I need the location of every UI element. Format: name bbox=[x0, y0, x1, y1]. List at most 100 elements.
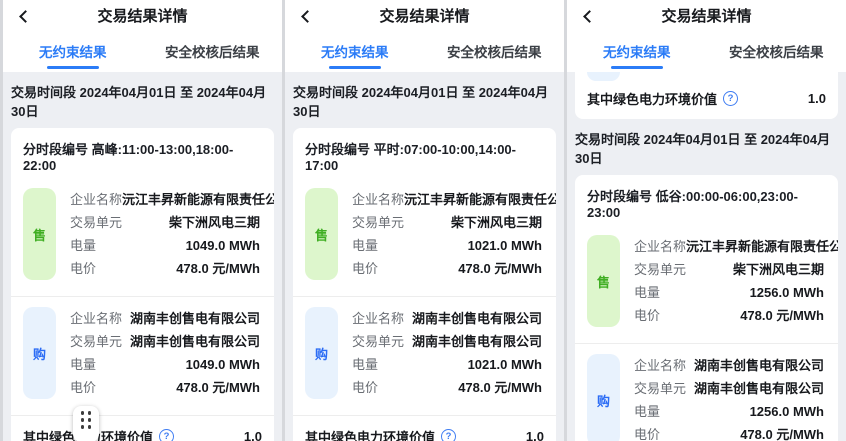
chevron-left-icon bbox=[301, 10, 314, 23]
sell-fields: 企业名称沅江丰昇新能源有限责任公司 交易单元柴下洲风电三期 电量1049.0 M… bbox=[70, 188, 260, 280]
help-icon[interactable]: ? bbox=[441, 429, 456, 441]
company-value: 湖南丰创售电有限公司 bbox=[694, 354, 824, 377]
sell-section: 售 企业名称沅江丰昇新能源有限责任公司 交易单元柴下洲风电三期 电量1256.0… bbox=[575, 225, 838, 343]
chevron-left-icon bbox=[19, 10, 32, 23]
energy-value: 1021.0 MWh bbox=[468, 353, 542, 376]
dot bbox=[88, 418, 92, 422]
energy-value: 1049.0 MWh bbox=[186, 353, 260, 376]
company-value: 湖南丰创售电有限公司 bbox=[130, 307, 260, 330]
energy-value: 1021.0 MWh bbox=[468, 234, 542, 257]
price-value: 478.0 元/MWh bbox=[176, 257, 260, 280]
price-label: 电价 bbox=[352, 257, 378, 280]
company-value: 沅江丰昇新能源有限责任公司 bbox=[122, 188, 274, 211]
trade-unit-label: 交易单元 bbox=[352, 211, 404, 234]
green-power-value-label: 其中绿色电力环境价值 bbox=[305, 427, 435, 441]
energy-value: 1256.0 MWh bbox=[750, 400, 824, 423]
trade-unit-label: 交易单元 bbox=[70, 330, 122, 353]
trade-unit-value: 湖南丰创售电有限公司 bbox=[694, 377, 824, 400]
green-power-value: 1.0 bbox=[526, 429, 544, 441]
buy-badge-cut bbox=[587, 72, 620, 81]
buy-section: 购 企业名称湖南丰创售电有限公司 交易单元湖南丰创售电有限公司 电量1021.0… bbox=[293, 297, 556, 415]
dot bbox=[88, 411, 92, 415]
back-button[interactable] bbox=[580, 8, 596, 24]
trade-unit-label: 交易单元 bbox=[352, 330, 404, 353]
content: 交易时间段 2024年04月01日 至 2024年04月30日 分时段编号 高峰… bbox=[3, 72, 282, 441]
page-title: 交易结果详情 bbox=[97, 5, 187, 26]
price-label: 电价 bbox=[634, 423, 660, 441]
buy-badge: 购 bbox=[305, 307, 338, 399]
help-icon[interactable]: ? bbox=[723, 91, 738, 106]
time-slot-label: 分时段编号 bbox=[305, 142, 370, 157]
buy-fields: 企业名称湖南丰创售电有限公司 交易单元湖南丰创售电有限公司 电量1049.0 M… bbox=[70, 307, 260, 399]
energy-label: 电量 bbox=[352, 234, 378, 257]
energy-label: 电量 bbox=[634, 281, 660, 304]
back-button[interactable] bbox=[16, 8, 32, 24]
trade-unit-label: 交易单元 bbox=[634, 377, 686, 400]
company-value: 湖南丰创售电有限公司 bbox=[412, 307, 542, 330]
tab-bar: 无约束结果 安全校核后结果 bbox=[567, 30, 846, 72]
buy-fields: 企业名称湖南丰创售电有限公司 交易单元湖南丰创售电有限公司 电量 1256.0 M… bbox=[634, 354, 824, 441]
trade-period-label: 交易时间段 bbox=[575, 132, 640, 147]
sell-section: 售 企业名称沅江丰昇新能源有限责任公司 交易单元柴下洲风电三期 电量1021.0… bbox=[293, 178, 556, 296]
trade-unit-label: 交易单元 bbox=[634, 258, 686, 281]
time-slot-row: 分时段编号 平时:07:00-10:00,14:00-17:00 bbox=[293, 128, 556, 178]
price-value: 478.0 元/MWh bbox=[740, 304, 824, 327]
dot bbox=[81, 425, 85, 429]
nav-bar: 交易结果详情 bbox=[3, 0, 282, 30]
energy-label: 电量 bbox=[634, 400, 660, 423]
result-card: 分时段编号 高峰:11:00-13:00,18:00-22:00 售 企业名称沅… bbox=[11, 128, 274, 441]
help-icon[interactable]: ? bbox=[159, 429, 174, 441]
time-slot-row: 分时段编号 高峰:11:00-13:00,18:00-22:00 bbox=[11, 128, 274, 178]
green-power-value: 1.0 bbox=[808, 91, 826, 106]
floating-drag-dots-widget[interactable] bbox=[73, 406, 99, 441]
price-label: 电价 bbox=[352, 376, 378, 399]
sell-badge: 售 bbox=[23, 188, 56, 280]
page-title: 交易结果详情 bbox=[379, 5, 469, 26]
sell-badge: 售 bbox=[587, 235, 620, 327]
price-value: 478.0 元/MWh bbox=[740, 423, 824, 441]
trade-unit-value: 湖南丰创售电有限公司 bbox=[412, 330, 542, 353]
energy-label: 电量 bbox=[70, 234, 96, 257]
company-label: 企业名称 bbox=[634, 235, 686, 258]
price-label: 电价 bbox=[70, 257, 96, 280]
trade-unit-value: 柴下洲风电三期 bbox=[733, 258, 824, 281]
panel-flat: 交易结果详情 无约束结果 安全校核后结果 交易时间段 2024年04月01日 至… bbox=[282, 0, 564, 441]
tab-unconstrained-result[interactable]: 无约束结果 bbox=[285, 30, 425, 72]
content: 其中绿色电力环境价值 ? 1.0 交易时间段 2024年04月01日 至 202… bbox=[567, 72, 846, 441]
previous-result-card-bottom: 其中绿色电力环境价值 ? 1.0 bbox=[575, 72, 838, 119]
green-power-value-row: 其中绿色电力环境价值 ? 1.0 bbox=[11, 416, 274, 441]
time-slot-label: 分时段编号 bbox=[587, 189, 652, 204]
nav-bar: 交易结果详情 bbox=[567, 0, 846, 30]
time-slot-label: 分时段编号 bbox=[23, 142, 88, 157]
dot bbox=[81, 411, 85, 415]
company-label: 企业名称 bbox=[70, 307, 122, 330]
company-label: 企业名称 bbox=[634, 354, 686, 377]
trade-period-label: 交易时间段 bbox=[293, 85, 358, 100]
price-label: 电价 bbox=[70, 376, 96, 399]
tab-security-checked-result[interactable]: 安全校核后结果 bbox=[707, 30, 846, 72]
price-label: 电价 bbox=[634, 304, 660, 327]
dot bbox=[81, 418, 85, 422]
panel-valley: 交易结果详情 无约束结果 安全校核后结果 其中绿色电力环境价值 ? 1.0 交易… bbox=[564, 0, 846, 441]
energy-value: 1256.0 MWh bbox=[750, 281, 824, 304]
green-power-value-label: 其中绿色电力环境价值 bbox=[587, 89, 717, 108]
panel-peak: 交易结果详情 无约束结果 安全校核后结果 交易时间段 2024年04月01日 至… bbox=[0, 0, 282, 441]
back-button[interactable] bbox=[298, 8, 314, 24]
sell-section: 售 企业名称沅江丰昇新能源有限责任公司 交易单元柴下洲风电三期 电量1049.0… bbox=[11, 178, 274, 296]
tab-security-checked-result[interactable]: 安全校核后结果 bbox=[425, 30, 565, 72]
tab-unconstrained-result[interactable]: 无约束结果 bbox=[3, 30, 143, 72]
chevron-left-icon bbox=[583, 10, 596, 23]
trade-unit-value: 柴下洲风电三期 bbox=[451, 211, 542, 234]
dot bbox=[88, 425, 92, 429]
tab-security-checked-result[interactable]: 安全校核后结果 bbox=[143, 30, 283, 72]
tab-unconstrained-result[interactable]: 无约束结果 bbox=[567, 30, 707, 72]
company-label: 企业名称 bbox=[352, 188, 404, 211]
energy-value: 1049.0 MWh bbox=[186, 234, 260, 257]
tab-bar: 无约束结果 安全校核后结果 bbox=[3, 30, 282, 72]
content: 交易时间段 2024年04月01日 至 2024年04月30日 分时段编号 平时… bbox=[285, 72, 564, 441]
buy-fields: 企业名称湖南丰创售电有限公司 交易单元湖南丰创售电有限公司 电量1021.0 M… bbox=[352, 307, 542, 399]
company-label: 企业名称 bbox=[352, 307, 404, 330]
trade-unit-value: 柴下洲风电三期 bbox=[169, 211, 260, 234]
nav-bar: 交易结果详情 bbox=[285, 0, 564, 30]
green-power-value: 1.0 bbox=[244, 429, 262, 441]
